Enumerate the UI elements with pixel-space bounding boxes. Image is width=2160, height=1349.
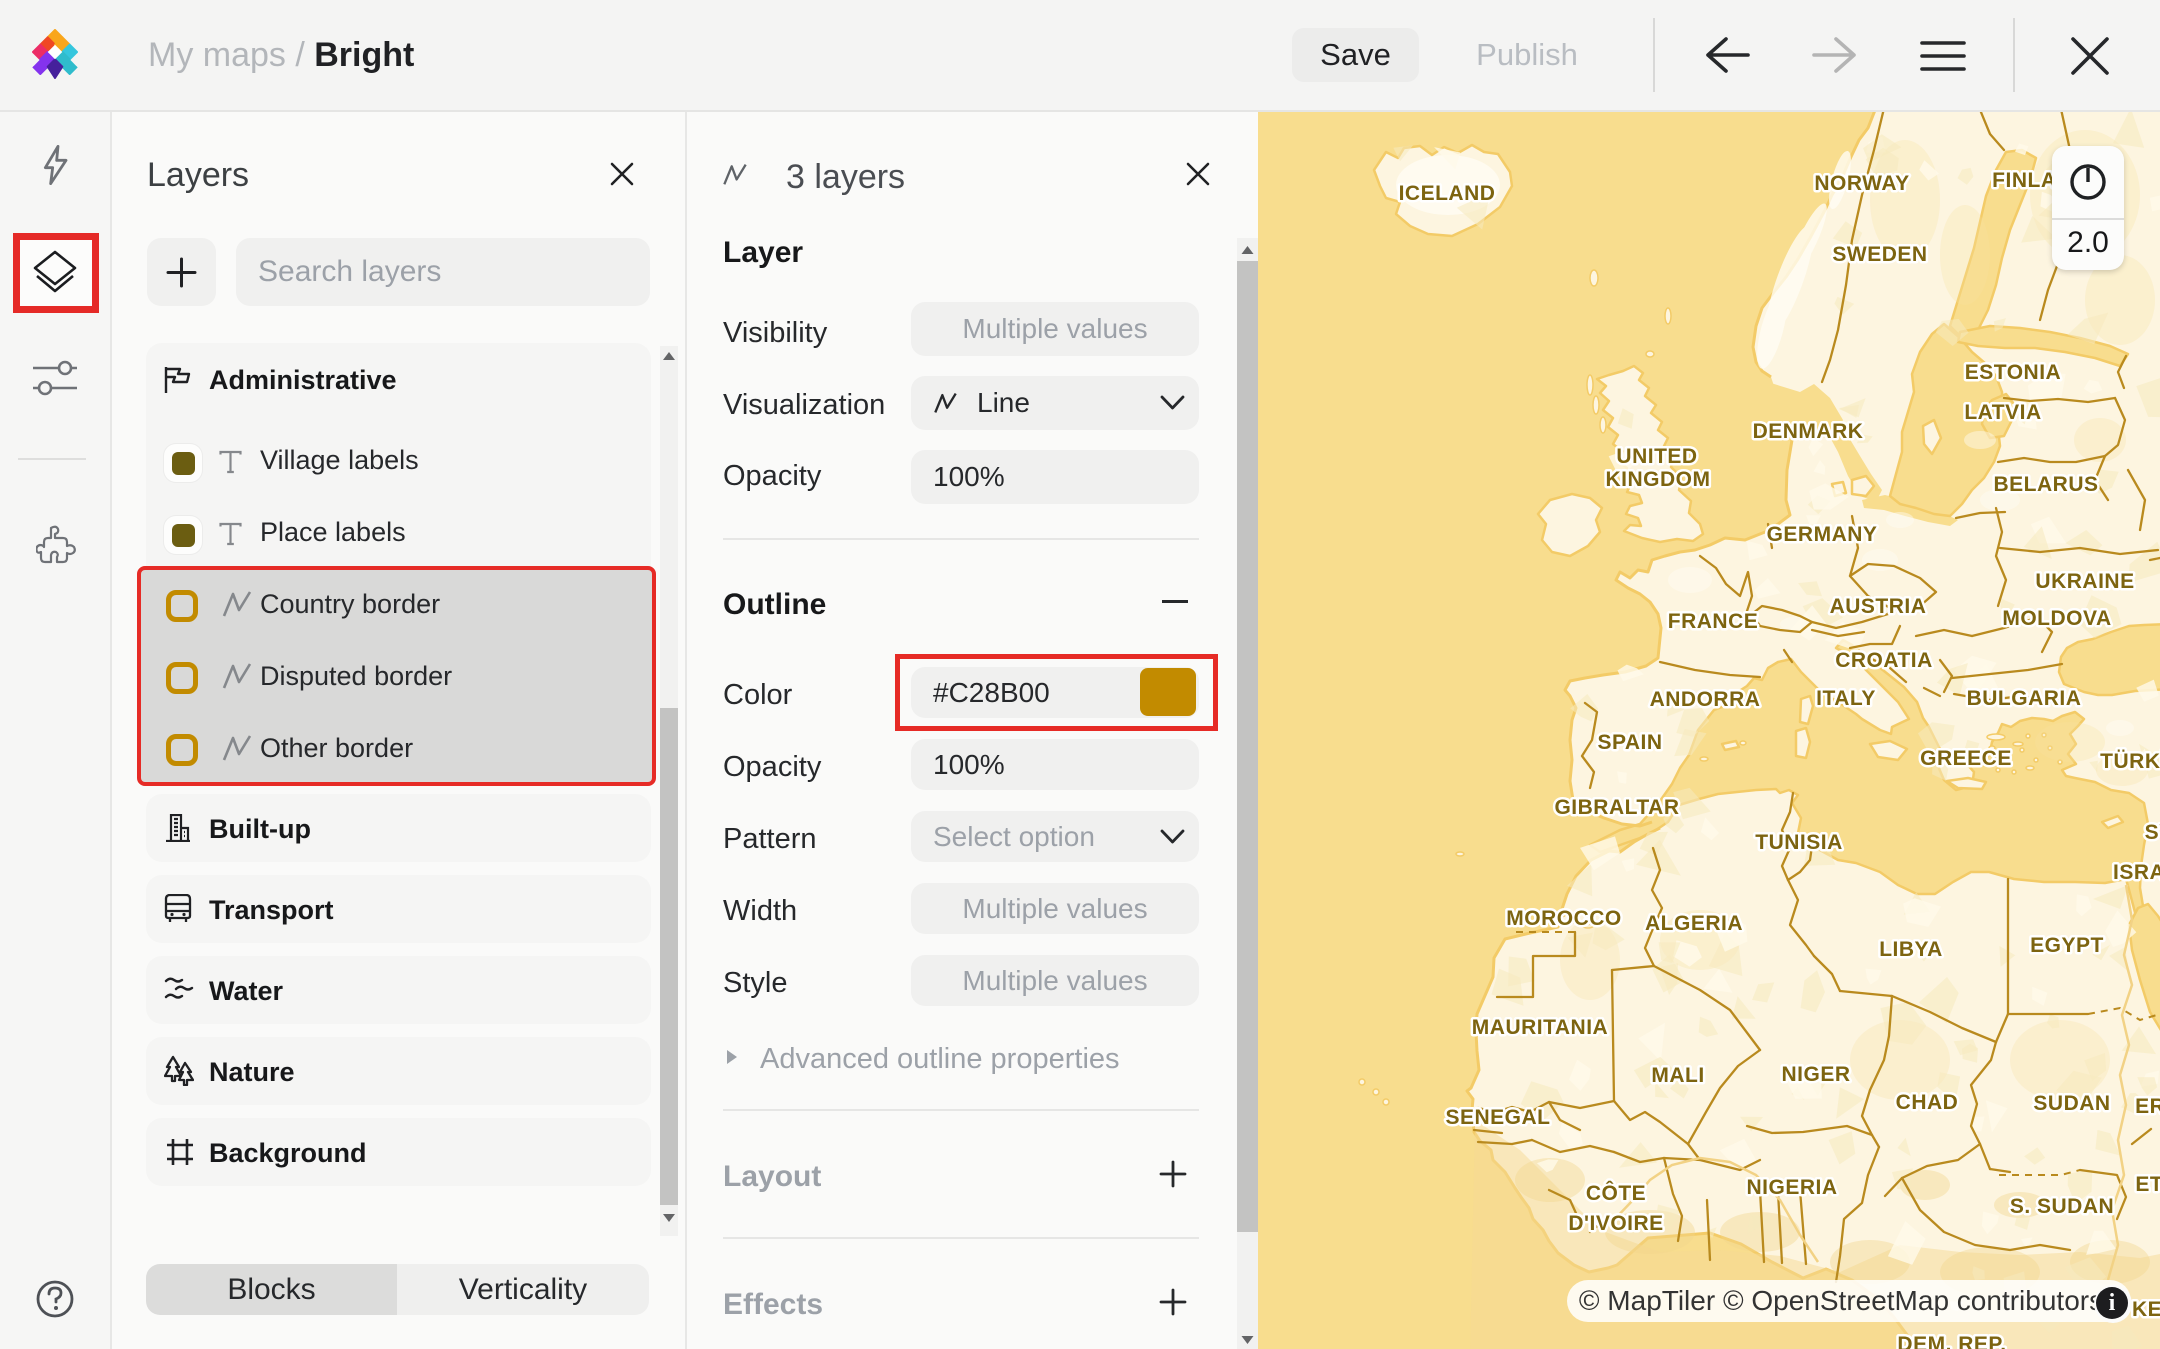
svg-text:MAURITANIA: MAURITANIA <box>1472 1016 1608 1039</box>
svg-text:ETHIOPIA: ETHIOPIA <box>2135 1173 2160 1196</box>
svg-text:MOLDOVA: MOLDOVA <box>2002 607 2111 630</box>
svg-text:CÔTE: CÔTE <box>1586 1181 1646 1205</box>
svg-text:S. SUDAN: S. SUDAN <box>2010 1195 2114 1218</box>
svg-text:SYRIA: SYRIA <box>2145 821 2160 844</box>
svg-text:ALGERIA: ALGERIA <box>1645 912 1743 935</box>
svg-text:SPAIN: SPAIN <box>1597 731 1662 754</box>
svg-text:TUNISIA: TUNISIA <box>1755 831 1843 854</box>
svg-text:UKRAINE: UKRAINE <box>2035 570 2134 593</box>
svg-text:CHAD: CHAD <box>1896 1091 1959 1114</box>
svg-text:UNITED: UNITED <box>1616 445 1697 468</box>
svg-text:SWEDEN: SWEDEN <box>1832 243 1927 266</box>
svg-text:SUDAN: SUDAN <box>2033 1092 2110 1115</box>
svg-text:TÜRKİYE: TÜRKİYE <box>2100 750 2160 773</box>
svg-text:AUSTRIA: AUSTRIA <box>1830 595 1927 618</box>
svg-text:NIGERIA: NIGERIA <box>1746 1176 1837 1199</box>
svg-text:BULGARIA: BULGARIA <box>1967 687 2082 710</box>
svg-text:KENYA: KENYA <box>2132 1298 2160 1321</box>
svg-text:ISRAEL: ISRAEL <box>2113 861 2160 884</box>
svg-text:BELARUS: BELARUS <box>1993 473 2098 496</box>
svg-text:MOROCCO: MOROCCO <box>1506 907 1622 930</box>
svg-text:D'IVOIRE: D'IVOIRE <box>1568 1212 1663 1235</box>
svg-text:LATVIA: LATVIA <box>1964 401 2041 424</box>
svg-text:GERMANY: GERMANY <box>1767 523 1878 546</box>
svg-text:LIBYA: LIBYA <box>1879 938 1943 961</box>
svg-text:DEM. REP.: DEM. REP. <box>1897 1333 2006 1349</box>
svg-text:SENEGAL: SENEGAL <box>1445 1106 1550 1129</box>
svg-text:ICELAND: ICELAND <box>1399 182 1496 205</box>
svg-text:ANDORRA: ANDORRA <box>1650 688 1761 711</box>
svg-text:ERITREA: ERITREA <box>2135 1095 2160 1118</box>
svg-text:ITALY: ITALY <box>1816 687 1876 710</box>
svg-text:DENMARK: DENMARK <box>1753 420 1864 443</box>
svg-text:ESTONIA: ESTONIA <box>1965 361 2061 384</box>
svg-text:FRANCE: FRANCE <box>1668 610 1759 633</box>
svg-text:NIGER: NIGER <box>1781 1063 1850 1086</box>
svg-text:MALI: MALI <box>1651 1064 1704 1087</box>
svg-text:CROATIA: CROATIA <box>1835 649 1933 672</box>
svg-text:GREECE: GREECE <box>1920 747 2012 770</box>
svg-text:EGYPT: EGYPT <box>2030 934 2104 957</box>
svg-text:GIBRALTAR: GIBRALTAR <box>1554 796 1679 819</box>
svg-text:KINGDOM: KINGDOM <box>1606 468 1711 491</box>
svg-text:NORWAY: NORWAY <box>1814 172 1909 195</box>
